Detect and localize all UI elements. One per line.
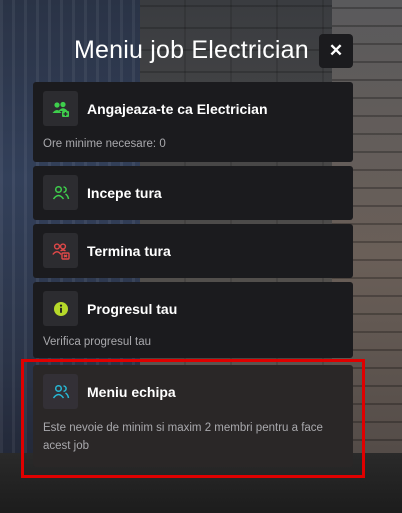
menu-title: Meniu job Electrician bbox=[74, 36, 309, 64]
menu-item-title: Angajeaza-te ca Electrician bbox=[87, 100, 268, 117]
menu-item-subtitle: Ore minime necesare: 0 bbox=[43, 138, 166, 150]
menu-item-end-shift[interactable]: Termina tura bbox=[33, 224, 353, 278]
menu-item-subtitle: Verifica progresul tau bbox=[43, 336, 152, 348]
close-button[interactable]: ✕ bbox=[319, 34, 353, 68]
users-add-icon bbox=[43, 91, 78, 126]
menu-item-start-shift[interactable]: Incepe tura bbox=[33, 166, 353, 220]
menu-item-title: Progresul tau bbox=[87, 300, 178, 317]
menu-item-title: Incepe tura bbox=[87, 184, 162, 201]
menu-item-title: Termina tura bbox=[87, 242, 171, 259]
users-remove-icon bbox=[43, 233, 78, 268]
highlight-frame bbox=[21, 359, 365, 478]
users-icon bbox=[43, 175, 78, 210]
menu-item-progress[interactable]: Progresul tau Verifica progresul tau bbox=[33, 282, 353, 358]
menu-item-hire[interactable]: Angajeaza-te ca Electrician Ore minime n… bbox=[33, 82, 353, 162]
info-icon bbox=[43, 291, 78, 326]
